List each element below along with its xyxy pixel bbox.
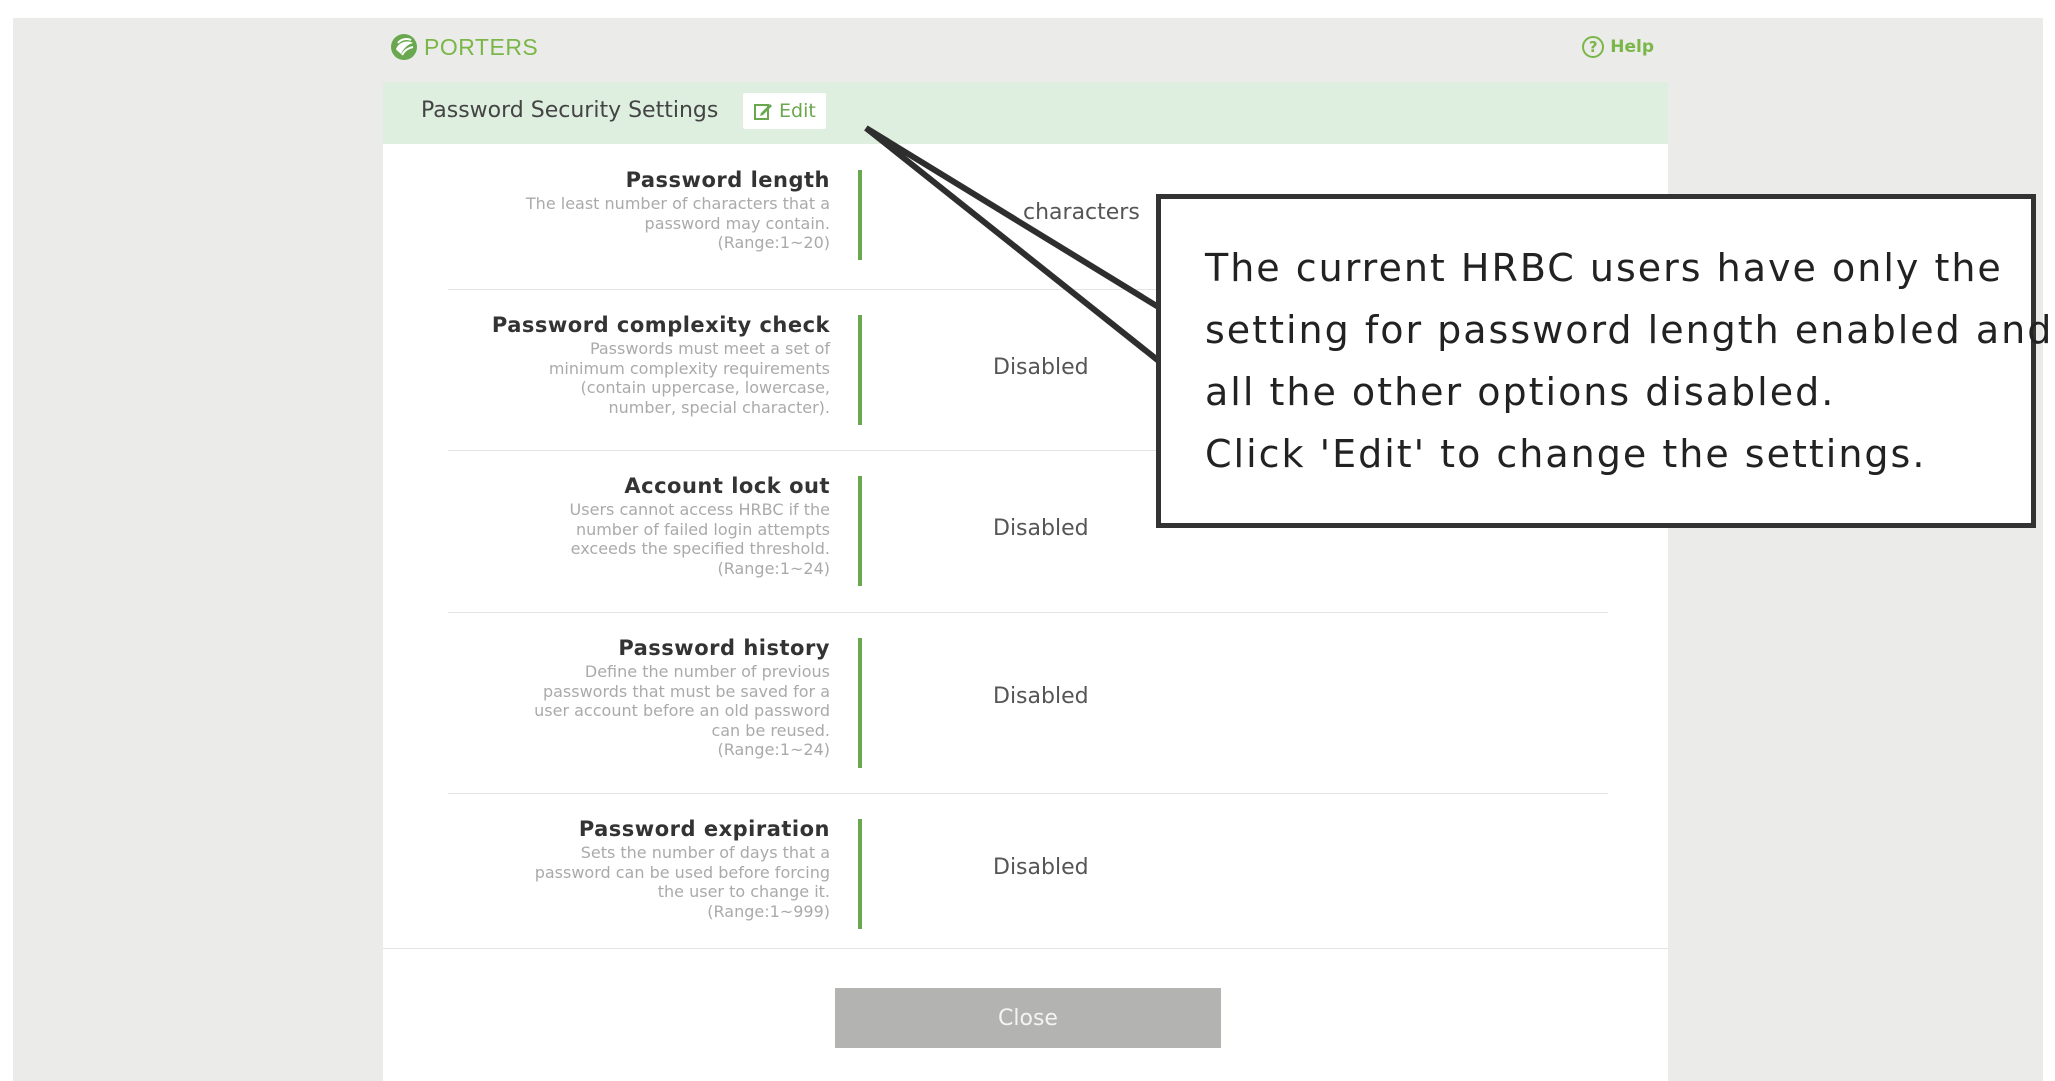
setting-value: Disabled <box>993 516 1089 541</box>
setting-label: Password complexity check <box>491 313 830 337</box>
top-bar: PORTERS ? Help <box>389 32 1654 66</box>
setting-label: Password expiration <box>578 817 830 841</box>
edit-button[interactable]: Edit <box>743 93 826 129</box>
setting-description: Users cannot access HRBC if the number o… <box>569 500 830 578</box>
setting-divider-bar <box>858 170 862 260</box>
setting-divider-bar <box>858 315 862 425</box>
close-button[interactable]: Close <box>835 988 1221 1048</box>
dialog-title: Password Security Settings <box>421 98 719 123</box>
setting-divider-bar <box>858 476 862 586</box>
setting-description: Sets the number of days that a password … <box>534 843 830 921</box>
callout-text: The current HRBC users have only the set… <box>1205 246 2054 476</box>
setting-label: Password length <box>625 168 830 192</box>
annotation-callout: The current HRBC users have only the set… <box>1156 194 2054 528</box>
brand-name: PORTERS <box>424 33 539 60</box>
setting-value: Disabled <box>993 355 1089 380</box>
setting-label: Account lock out <box>624 474 830 498</box>
setting-description: Define the number of previous passwords … <box>534 662 830 759</box>
setting-divider-bar <box>858 819 862 929</box>
setting-row-password-expiration: Password expiration Sets the number of d… <box>448 793 1608 948</box>
setting-value: Disabled <box>993 855 1089 880</box>
help-link[interactable]: ? Help <box>1582 36 1654 58</box>
setting-label: Password history <box>618 636 830 660</box>
leaf-globe-icon <box>391 34 417 60</box>
dialog-header: Password Security Settings Edit <box>383 82 1668 144</box>
question-circle-icon: ? <box>1582 36 1605 58</box>
setting-value: Disabled <box>993 684 1089 709</box>
help-label: Help <box>1610 37 1654 57</box>
edit-icon <box>754 104 772 120</box>
setting-description: Passwords must meet a set of minimum com… <box>548 339 830 417</box>
brand-logo[interactable]: PORTERS <box>389 32 538 62</box>
setting-description: The least number of characters that a pa… <box>525 194 830 252</box>
setting-divider-bar <box>858 638 862 768</box>
edit-button-label: Edit <box>779 100 816 122</box>
footer-divider <box>383 948 1668 949</box>
setting-row-password-history: Password history Define the number of pr… <box>448 612 1608 794</box>
setting-value: characters <box>1023 200 1140 225</box>
